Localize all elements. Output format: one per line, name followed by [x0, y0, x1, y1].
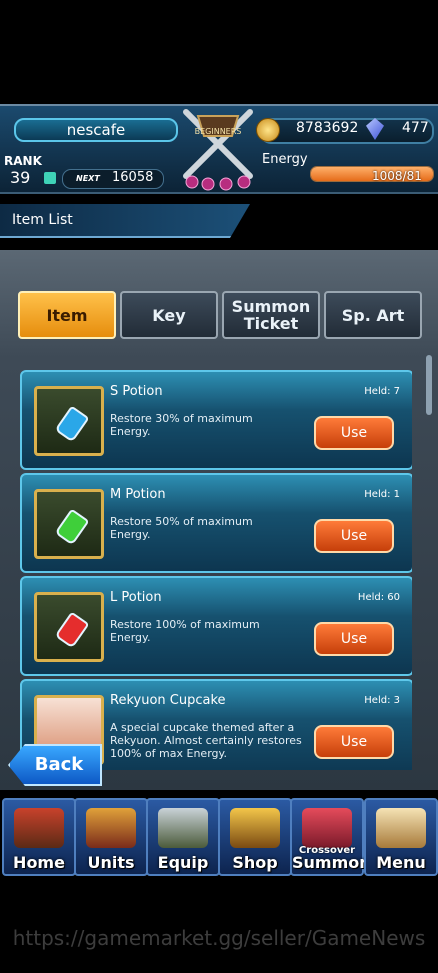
- next-label: NEXT: [76, 174, 100, 183]
- item-held: Held: 7: [364, 386, 400, 397]
- flask-icon: [54, 508, 90, 546]
- list-item: S Potion Held: 7 Restore 30% of maximum …: [20, 370, 412, 470]
- item-name: M Potion: [110, 487, 166, 502]
- nav-menu[interactable]: Menu: [364, 798, 438, 876]
- nav-label: Summon: [292, 853, 371, 872]
- beginners-emblem-icon: BEGINNERS: [183, 109, 253, 191]
- nav-label: Equip: [157, 853, 209, 872]
- tab-label: Summon Ticket: [231, 297, 311, 333]
- flask-icon: [54, 611, 90, 649]
- emblem-text: BEGINNERS: [195, 127, 242, 136]
- units-icon: [86, 808, 136, 848]
- item-description: Restore 100% of maximum Energy.: [110, 618, 260, 644]
- page-title: Item List: [12, 212, 73, 228]
- item-name: L Potion: [110, 590, 162, 605]
- nav-label: Home: [13, 853, 65, 872]
- use-button[interactable]: Use: [314, 725, 394, 759]
- rank-label: RANK: [4, 154, 42, 168]
- item-held: Held: 1: [364, 489, 400, 500]
- potion-icon: [34, 386, 104, 456]
- energy-value: 1008/81: [372, 169, 422, 183]
- rank-value: 39: [10, 168, 31, 187]
- scrollbar[interactable]: [426, 355, 432, 415]
- item-name: S Potion: [110, 384, 163, 399]
- tab-key[interactable]: Key: [120, 291, 218, 339]
- list-item: L Potion Held: 60 Restore 100% of maximu…: [20, 576, 412, 676]
- gold-count: 8783692: [296, 120, 359, 136]
- item-description: Restore 50% of maximum Energy.: [110, 515, 253, 541]
- item-held: Held: 60: [357, 592, 400, 603]
- treasure-chest-icon: [230, 808, 280, 848]
- nav-label: Shop: [232, 853, 278, 872]
- item-held: Held: 3: [364, 695, 400, 706]
- tab-sp-art[interactable]: Sp. Art: [324, 291, 422, 339]
- book-icon: [376, 808, 426, 848]
- tab-summon-ticket[interactable]: Summon Ticket: [222, 291, 320, 339]
- gold-coin-icon: [256, 118, 280, 142]
- next-exp-value: 16058: [112, 170, 154, 185]
- item-description: Restore 30% of maximum Energy.: [110, 412, 253, 438]
- home-icon: [14, 808, 64, 848]
- back-button[interactable]: Back: [8, 744, 102, 786]
- use-button[interactable]: Use: [314, 416, 394, 450]
- nav-label: Menu: [376, 853, 426, 872]
- tab-label: Sp. Art: [341, 305, 405, 325]
- nav-crossover-summon[interactable]: Crossover Summon: [290, 798, 371, 876]
- item-list: S Potion Held: 7 Restore 30% of maximum …: [20, 370, 412, 770]
- nav-units[interactable]: Units: [74, 798, 148, 876]
- potion-icon: [34, 489, 104, 559]
- summon-character-icon: [302, 808, 352, 848]
- nav-home[interactable]: Home: [2, 798, 76, 876]
- player-name: nescafe: [14, 118, 178, 142]
- tab-item[interactable]: Item: [18, 291, 116, 339]
- rank-gem-icon: [44, 172, 56, 184]
- use-button[interactable]: Use: [314, 622, 394, 656]
- item-name: Rekyuon Cupcake: [110, 693, 226, 708]
- tab-label: Item: [46, 305, 88, 325]
- gem-count: 477: [402, 120, 429, 136]
- watermark-text: https://gamemarket.gg/seller/GameNews: [12, 926, 426, 950]
- status-hud: nescafe 8783692 477 RANK 39 NEXT 16058 B…: [0, 104, 438, 194]
- nav-equip[interactable]: Equip: [146, 798, 220, 876]
- flask-icon: [54, 405, 90, 443]
- item-description: A special cupcake themed after a Rekyuon…: [110, 721, 302, 760]
- sword-icon: [158, 808, 208, 848]
- tab-label: Key: [152, 305, 186, 325]
- potion-icon: [34, 592, 104, 662]
- nav-shop[interactable]: Shop: [218, 798, 292, 876]
- use-button[interactable]: Use: [314, 519, 394, 553]
- list-item: M Potion Held: 1 Restore 50% of maximum …: [20, 473, 412, 573]
- nav-label: Units: [87, 853, 135, 872]
- energy-label: Energy: [262, 152, 308, 167]
